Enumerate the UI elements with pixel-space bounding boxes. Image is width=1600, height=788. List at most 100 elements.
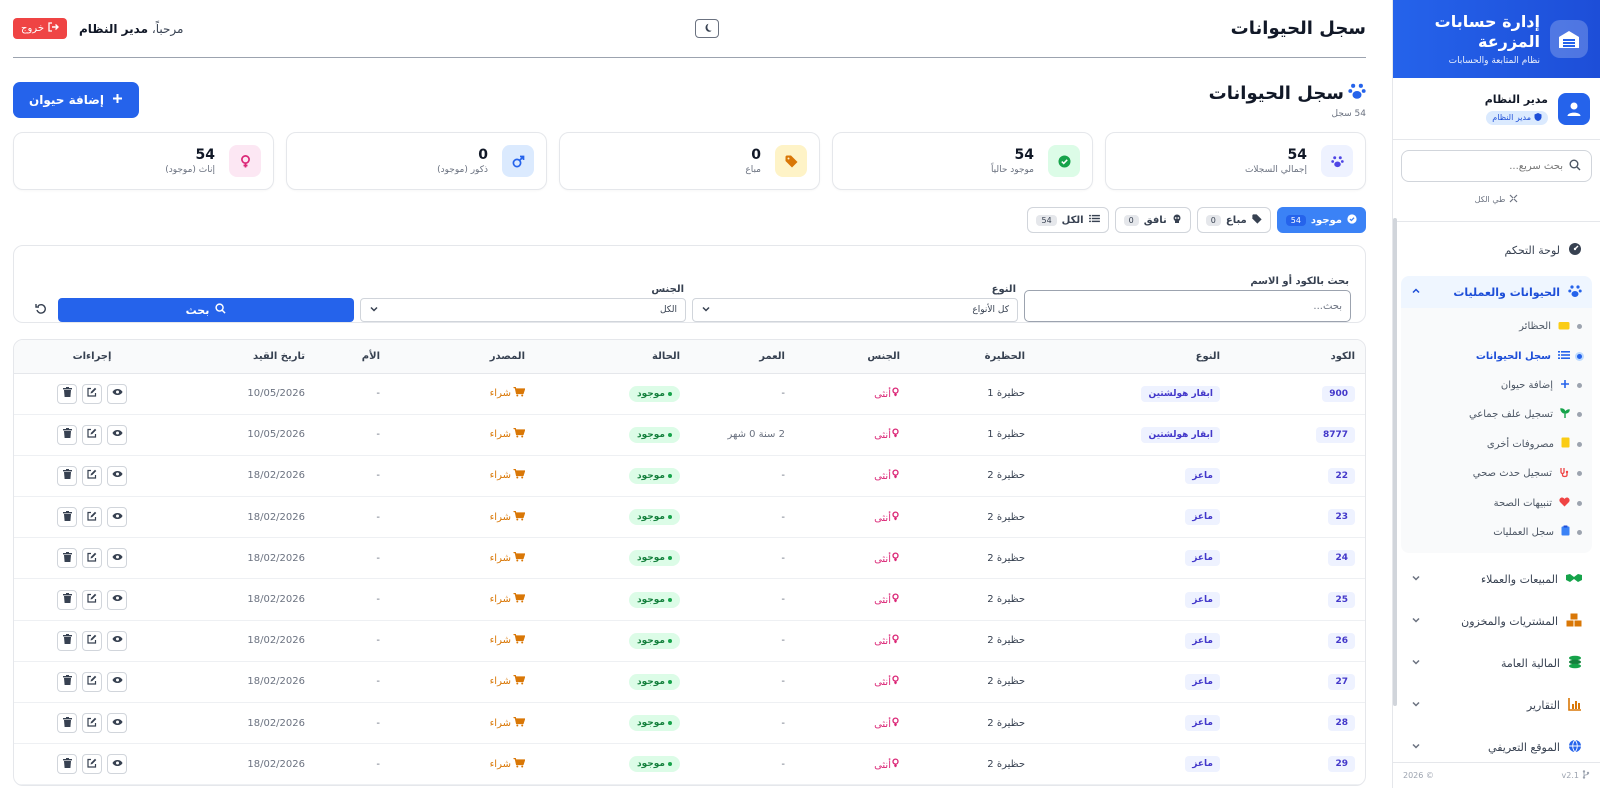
nav-operations-log[interactable]: سجل العمليات bbox=[1401, 518, 1592, 547]
nav-group-feed[interactable]: تسجيل علف جماعي bbox=[1401, 400, 1592, 429]
nav-health-alerts[interactable]: تنبيهات الصحة bbox=[1401, 488, 1592, 517]
clipboard-icon bbox=[1561, 525, 1570, 539]
view-button[interactable] bbox=[107, 465, 127, 486]
nav-sales[interactable]: المبيعات والعملاء bbox=[1401, 563, 1592, 595]
animal-age: 2 سنة 0 شهر bbox=[690, 414, 795, 456]
reset-filters-button[interactable] bbox=[30, 298, 52, 322]
nav-add-animal[interactable]: إضافة حيوان bbox=[1401, 371, 1592, 400]
filter-present[interactable]: موجود 54 bbox=[1276, 207, 1366, 233]
nav-animals[interactable]: الحيوانات والعمليات bbox=[1401, 276, 1592, 308]
delete-button[interactable] bbox=[57, 424, 77, 445]
view-button[interactable] bbox=[107, 383, 127, 404]
edit-button[interactable] bbox=[82, 424, 102, 445]
row-actions bbox=[57, 465, 127, 486]
delete-button[interactable] bbox=[57, 754, 77, 775]
filter-all[interactable]: الكل 54 bbox=[1027, 207, 1109, 233]
col-age[interactable]: العمر bbox=[690, 340, 795, 374]
animal-code[interactable]: 22 bbox=[1328, 467, 1355, 484]
view-button[interactable] bbox=[107, 548, 127, 569]
nav-pens[interactable]: الحظائر bbox=[1401, 312, 1592, 341]
delete-button[interactable] bbox=[57, 507, 77, 528]
col-source[interactable]: المصدر bbox=[390, 340, 535, 374]
animal-source: شراء bbox=[490, 428, 526, 441]
col-pen[interactable]: الحظيرة bbox=[910, 340, 1035, 374]
nav-other-expenses[interactable]: مصروفات أخرى bbox=[1401, 430, 1592, 459]
edit-button[interactable] bbox=[82, 630, 102, 651]
edit-button[interactable] bbox=[82, 754, 102, 775]
view-button[interactable] bbox=[107, 754, 127, 775]
filter-dead[interactable]: نافق 0 bbox=[1114, 207, 1191, 233]
animal-code[interactable]: 28 bbox=[1328, 715, 1355, 732]
filter-sold-label: مباع bbox=[1225, 214, 1247, 226]
eye-icon bbox=[112, 594, 123, 605]
sidebar-search-input[interactable] bbox=[1412, 160, 1563, 172]
row-actions bbox=[57, 548, 127, 569]
delete-button[interactable] bbox=[57, 589, 77, 610]
edit-button[interactable] bbox=[82, 589, 102, 610]
nav-website[interactable]: الموقع التعريفي bbox=[1401, 731, 1592, 763]
table-row: 24 ماعز حظيرة 2 أنثى - موجود شراء - 18/0… bbox=[14, 537, 1365, 580]
gender-select[interactable]: الكل bbox=[360, 298, 686, 322]
animal-code[interactable]: 8777 bbox=[1315, 426, 1355, 443]
col-type[interactable]: النوع bbox=[1035, 340, 1230, 374]
animal-age: - bbox=[690, 537, 795, 580]
theme-toggle-button[interactable] bbox=[695, 19, 720, 38]
edit-button[interactable] bbox=[82, 671, 102, 692]
animal-code[interactable]: 29 bbox=[1328, 756, 1355, 773]
edit-button[interactable] bbox=[82, 713, 102, 734]
animal-gender: أنثى bbox=[874, 675, 900, 688]
animal-pen: حظيرة 2 bbox=[910, 661, 1035, 704]
view-button[interactable] bbox=[107, 424, 127, 445]
type-select[interactable]: كل الأنواع bbox=[692, 298, 1018, 322]
delete-button[interactable] bbox=[57, 548, 77, 569]
edit-button[interactable] bbox=[82, 548, 102, 569]
edit-button[interactable] bbox=[82, 383, 102, 404]
edit-button[interactable] bbox=[82, 507, 102, 528]
status-badge: موجود bbox=[629, 673, 680, 690]
col-mother[interactable]: الأم bbox=[315, 340, 390, 374]
view-button[interactable] bbox=[107, 507, 127, 528]
animal-gender-label: أنثى bbox=[874, 471, 891, 483]
collapse-all-button[interactable]: طي الكل bbox=[1401, 194, 1592, 205]
search-text-input[interactable]: بحث... bbox=[1024, 290, 1351, 322]
delete-button[interactable] bbox=[57, 713, 77, 734]
list-icon bbox=[1558, 350, 1570, 363]
nav-reports[interactable]: التقارير bbox=[1401, 689, 1592, 721]
bullet bbox=[1577, 382, 1582, 388]
animal-code[interactable]: 24 bbox=[1328, 550, 1355, 567]
edit-button[interactable] bbox=[82, 465, 102, 486]
animal-code[interactable]: 26 bbox=[1328, 632, 1355, 649]
col-code[interactable]: الكود bbox=[1230, 340, 1365, 374]
animal-code[interactable]: 23 bbox=[1328, 509, 1355, 526]
view-button[interactable] bbox=[107, 630, 127, 651]
animal-code[interactable]: 900 bbox=[1322, 385, 1355, 402]
animal-code[interactable]: 27 bbox=[1328, 673, 1355, 690]
edit-icon bbox=[87, 758, 97, 771]
nav-health-event[interactable]: تسجيل حدث صحي bbox=[1401, 459, 1592, 488]
add-animal-button[interactable]: إضافة حيوان bbox=[13, 82, 139, 118]
filter-sold[interactable]: مباع 0 bbox=[1196, 207, 1271, 233]
nav-animal-registry[interactable]: سجل الحيوانات bbox=[1401, 341, 1592, 370]
col-status[interactable]: الحالة bbox=[535, 340, 690, 374]
status-label: موجود bbox=[637, 388, 665, 399]
nav-finance[interactable]: المالية العامة bbox=[1401, 647, 1592, 679]
col-gender[interactable]: الجنس bbox=[795, 340, 910, 374]
venus-icon bbox=[891, 428, 900, 441]
trash-icon bbox=[62, 387, 72, 400]
delete-button[interactable] bbox=[57, 465, 77, 486]
animal-code[interactable]: 25 bbox=[1328, 591, 1355, 608]
nav-dashboard[interactable]: لوحة التحكم bbox=[1401, 234, 1592, 266]
nav-purchases[interactable]: المشتريات والمخزون bbox=[1401, 605, 1592, 637]
col-date[interactable]: تاريخ القيد bbox=[170, 340, 315, 374]
table-row: 22 ماعز حظيرة 2 أنثى - موجود شراء - 18/0… bbox=[14, 455, 1365, 498]
sidebar-scrollbar[interactable] bbox=[1393, 218, 1397, 706]
logout-button[interactable]: خروج bbox=[13, 18, 67, 39]
view-button[interactable] bbox=[107, 713, 127, 734]
sidebar-search[interactable] bbox=[1401, 150, 1592, 182]
delete-button[interactable] bbox=[57, 630, 77, 651]
delete-button[interactable] bbox=[57, 671, 77, 692]
view-button[interactable] bbox=[107, 671, 127, 692]
delete-button[interactable] bbox=[57, 383, 77, 404]
search-button[interactable]: بحث bbox=[58, 298, 354, 322]
view-button[interactable] bbox=[107, 589, 127, 610]
